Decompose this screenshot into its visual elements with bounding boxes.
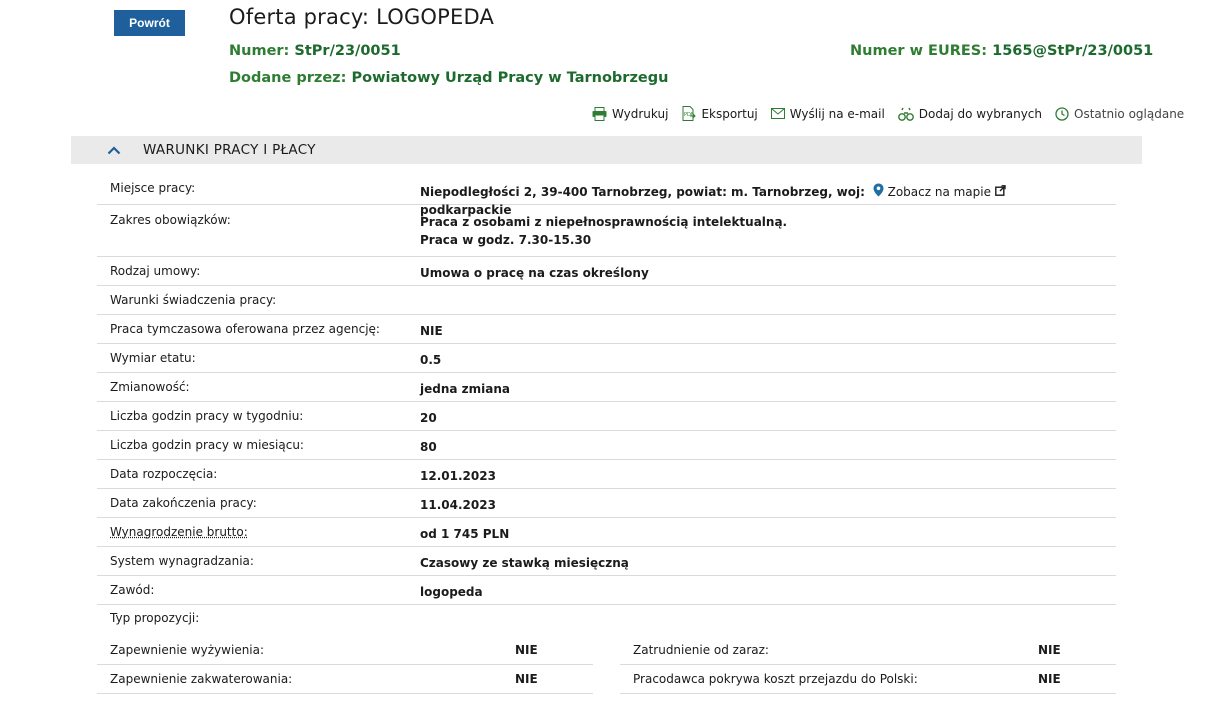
table-row: System wynagradzania: Czasowy ze stawką … — [97, 547, 1116, 576]
table-row: Liczba godzin pracy w tygodniu: 20 — [97, 402, 1116, 431]
table-row: Zawód: logopeda — [97, 576, 1116, 605]
row-value: 11.04.2023 — [420, 498, 496, 512]
row-label: Zakres obowiązków: — [110, 213, 231, 227]
action-bar: Wydrukuj PDF Eksportuj Wyślij na e-mail … — [592, 106, 1184, 121]
map-link-label: Zobacz na mapie — [887, 184, 991, 199]
export-pdf-icon: PDF — [681, 106, 697, 121]
back-button[interactable]: Powrót — [114, 10, 185, 36]
printer-icon — [592, 106, 607, 121]
row-label: Warunki świadczenia pracy: — [110, 293, 277, 307]
table-row: Wymiar etatu: 0.5 — [97, 344, 1116, 373]
chevron-up-icon[interactable] — [107, 145, 121, 155]
page-title: Oferta pracy: LOGOPEDA — [229, 5, 495, 29]
table-row: Liczba godzin pracy w miesiącu: 80 — [97, 431, 1116, 460]
table-row: Praca tymczasowa oferowana przez agencję… — [97, 315, 1116, 344]
row-value: 80 — [420, 440, 437, 454]
print-label: Wydrukuj — [612, 106, 669, 121]
favorites-button[interactable]: Dodaj do wybranych — [897, 106, 1043, 121]
map-link[interactable]: Zobacz na mapie — [873, 183, 1006, 200]
row-value: od 1 745 PLN — [420, 527, 510, 541]
row-label: Wynagrodzenie brutto: — [97, 525, 420, 539]
offer-number-label: Numer: — [229, 43, 290, 59]
offer-type-grid: Zapewnienie wyżywienia: NIE Zapewnienie … — [97, 636, 1116, 694]
eures-number-value: 1565@StPr/23/0051 — [992, 43, 1154, 59]
row-value: 20 — [420, 411, 437, 425]
item-label: Zapewnienie zakwaterowania: — [110, 672, 293, 686]
row-value: Umowa o pracę na czas określony — [420, 266, 649, 280]
export-label: Eksportuj — [701, 106, 758, 121]
export-button[interactable]: PDF Eksportuj — [681, 106, 758, 121]
envelope-icon — [770, 108, 785, 119]
row-value: Czasowy ze stawką miesięczną — [420, 556, 629, 570]
row-label: Liczba godzin pracy w tygodniu: — [110, 409, 304, 423]
row-value: NIE — [420, 324, 443, 338]
row-label: Data rozpoczęcia: — [110, 467, 218, 481]
row-value: 12.01.2023 — [420, 469, 496, 483]
table-row: Zakres obowiązków: Praca z osobami z nie… — [97, 205, 1116, 257]
row-label: Typ propozycji: — [110, 611, 200, 625]
item-value: NIE — [515, 672, 538, 686]
row-value: Praca z osobami z niepełnosprawnością in… — [420, 213, 1116, 249]
eures-number-label: Numer w EURES: — [850, 43, 988, 59]
details-table: Miejsce pracy: Niepodległości 2, 39-400 … — [97, 175, 1116, 629]
row-label: Liczba godzin pracy w miesiącu: — [110, 438, 304, 452]
item-value: NIE — [1038, 643, 1061, 657]
section-title: WARUNKI PRACY I PŁACY — [143, 142, 316, 158]
row-value: logopeda — [420, 585, 483, 599]
table-row: Miejsce pracy: Niepodległości 2, 39-400 … — [97, 175, 1116, 217]
row-value: 0.5 — [420, 353, 442, 367]
list-item: Zapewnienie zakwaterowania: NIE — [97, 665, 593, 694]
row-label: Data zakończenia pracy: — [110, 496, 257, 510]
row-label: Zmianowość: — [110, 380, 190, 394]
row-label: Praca tymczasowa oferowana przez agencję… — [110, 322, 380, 336]
print-button[interactable]: Wydrukuj — [592, 106, 668, 121]
email-button[interactable]: Wyślij na e-mail — [770, 106, 885, 121]
section-header[interactable]: WARUNKI PRACY I PŁACY — [71, 136, 1142, 164]
item-value: NIE — [1038, 672, 1061, 686]
row-value-line: Praca z osobami z niepełnosprawnością in… — [420, 215, 788, 229]
item-label: Zatrudnienie od zaraz: — [633, 643, 769, 657]
recent-button[interactable]: Ostatnio oglądane — [1055, 106, 1184, 121]
item-label: Pracodawca pokrywa koszt przejazdu do Po… — [633, 672, 918, 686]
row-label: Miejsce pracy: — [110, 181, 196, 195]
salary-term-help[interactable]: Wynagrodzenie brutto: — [110, 525, 248, 539]
row-label: Zawód: — [110, 583, 155, 597]
favorites-label: Dodaj do wybranych — [918, 106, 1043, 121]
recent-label: Ostatnio oglądane — [1074, 106, 1185, 121]
row-label: System wynagradzania: — [110, 554, 254, 568]
clock-icon — [1055, 106, 1069, 121]
table-row: Zmianowość: jedna zmiana — [97, 373, 1116, 402]
table-row: Data rozpoczęcia: 12.01.2023 — [97, 460, 1116, 489]
table-row: Typ propozycji: — [97, 605, 1116, 629]
table-row: Rodzaj umowy: Umowa o pracę na czas okre… — [97, 257, 1116, 286]
item-value: NIE — [515, 643, 538, 657]
table-row: Data zakończenia pracy: 11.04.2023 — [97, 489, 1116, 518]
row-value-line: Praca w godz. 7.30-15.30 — [420, 233, 592, 247]
offer-type-left-column: Zapewnienie wyżywienia: NIE Zapewnienie … — [97, 636, 593, 694]
external-link-icon — [995, 184, 1006, 199]
table-row: Warunki świadczenia pracy: — [97, 286, 1116, 315]
added-by: Dodane przez: Powiatowy Urząd Pracy w Ta… — [229, 70, 668, 86]
list-item: Zatrudnienie od zaraz: NIE — [620, 636, 1116, 665]
row-label: Wymiar etatu: — [110, 351, 196, 365]
list-item: Zapewnienie wyżywienia: NIE — [97, 636, 593, 665]
item-label: Zapewnienie wyżywienia: — [110, 643, 265, 657]
offer-number-value: StPr/23/0051 — [294, 43, 401, 59]
offer-number: Numer: StPr/23/0051 — [229, 43, 401, 59]
add-favorites-icon — [897, 107, 914, 121]
row-value: jedna zmiana — [420, 382, 510, 396]
map-pin-icon — [873, 183, 884, 200]
table-row: Wynagrodzenie brutto: od 1 745 PLN — [97, 518, 1116, 547]
added-by-value: Powiatowy Urząd Pracy w Tarnobrzegu — [351, 70, 669, 86]
eures-number: Numer w EURES: 1565@StPr/23/0051 — [850, 43, 1153, 59]
email-label: Wyślij na e-mail — [789, 106, 885, 121]
offer-type-right-column: Zatrudnienie od zaraz: NIE Pracodawca po… — [620, 636, 1116, 694]
list-item: Pracodawca pokrywa koszt przejazdu do Po… — [620, 665, 1116, 694]
svg-text:PDF: PDF — [684, 112, 694, 118]
added-by-label: Dodane przez: — [229, 70, 347, 86]
row-label: Rodzaj umowy: — [110, 264, 201, 278]
